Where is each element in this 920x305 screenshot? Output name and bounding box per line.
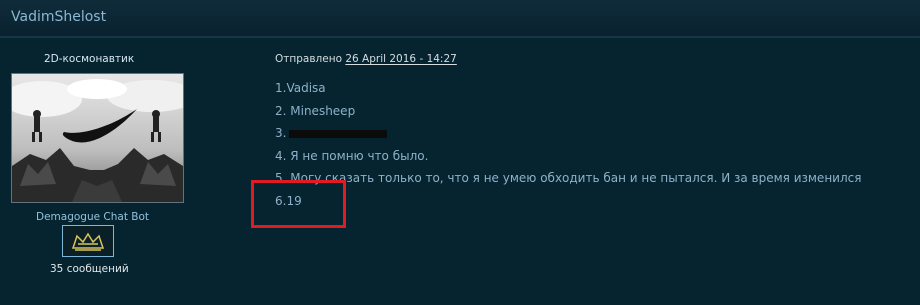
post-line-3: 3.: [275, 126, 388, 140]
posted-prefix: Отправлено: [275, 53, 342, 65]
post-line-2: 2. Minesheep: [275, 104, 356, 118]
user-avatar[interactable]: [11, 73, 184, 203]
post-line-4: 4. Я не помню что было.: [275, 149, 429, 163]
post-line-5: 5. Могу сказать только то, что я не умею…: [275, 171, 862, 185]
pixel-badge-icon: [62, 225, 114, 257]
avatar-image: [12, 74, 183, 202]
posted-date-link[interactable]: 26 April 2016 - 14:27: [345, 53, 456, 65]
username-link[interactable]: VadimShelost: [11, 9, 106, 25]
post-line-1: 1.Vadisa: [275, 81, 326, 95]
post-count: 35 сообщений: [50, 263, 129, 275]
post-header: VadimShelost: [0, 0, 920, 37]
red-highlight-box: [251, 180, 346, 228]
post-line-3-number: 3.: [275, 126, 287, 140]
user-rank: 2D-космонавтик: [44, 53, 135, 65]
redacted-text: [289, 129, 388, 138]
user-title: Demagogue Chat Bot: [36, 211, 150, 223]
posted-date-line: Отправлено 26 April 2016 - 14:27: [275, 53, 457, 65]
